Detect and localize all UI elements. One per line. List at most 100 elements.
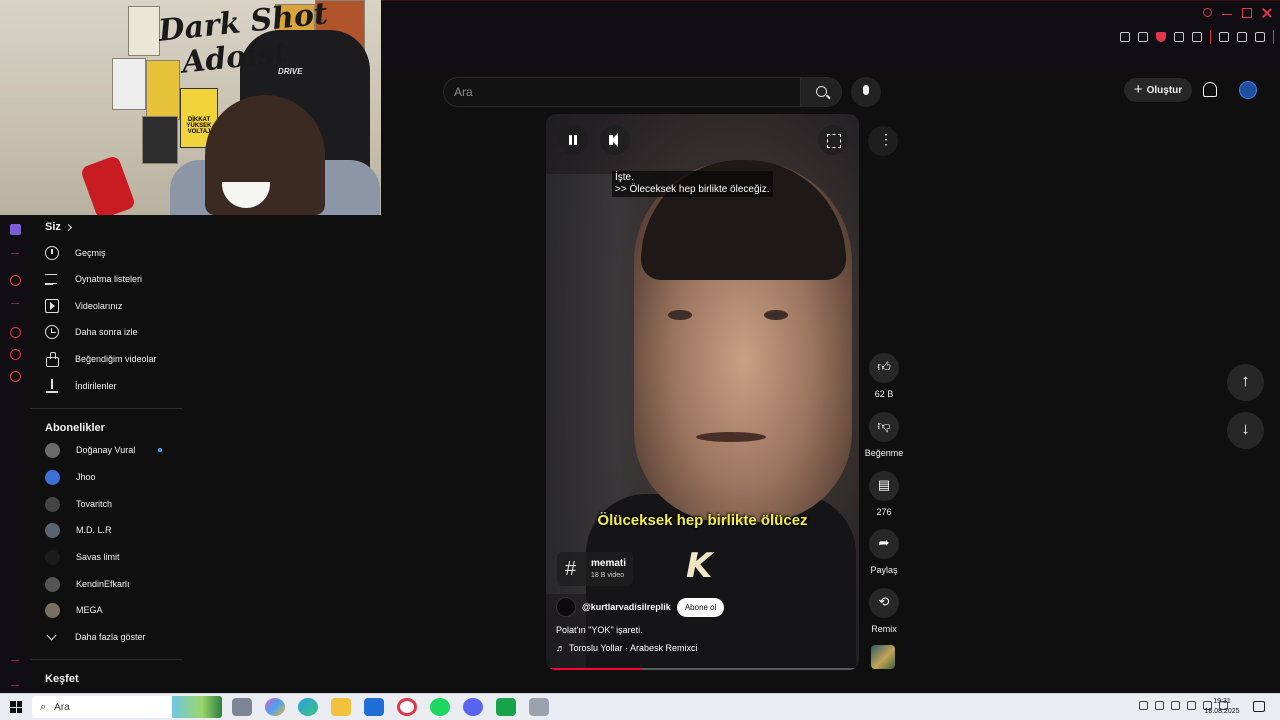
minimize-icon[interactable]: [1222, 8, 1232, 15]
video-subject-eye: [764, 310, 788, 320]
shield-extension-icon[interactable]: [1156, 32, 1166, 42]
taskbar-search[interactable]: ⌕: [32, 696, 222, 718]
tray-app-icon[interactable]: [1171, 701, 1180, 710]
subscription-label: MEGA: [76, 605, 103, 615]
close-icon[interactable]: [1262, 8, 1272, 18]
like-action[interactable]: 👍︎ 62 B: [862, 353, 906, 399]
heart-icon[interactable]: [1192, 32, 1202, 42]
sidebar-item-downloads[interactable]: İndirilenler: [45, 375, 190, 397]
discord-icon[interactable]: [463, 698, 483, 716]
wall-poster: [128, 6, 160, 56]
music-row[interactable]: ♬ Toroslu Yollar · Arabesk Remixci: [556, 643, 698, 653]
channel-name[interactable]: @kurtlarvadisilreplik: [582, 602, 671, 612]
volume-button[interactable]: [600, 125, 630, 155]
share-action[interactable]: ➦ Paylaş: [862, 529, 906, 575]
you-section-header[interactable]: Siz: [45, 221, 72, 233]
tray-app-icon[interactable]: [1139, 701, 1148, 710]
show-more-button[interactable]: Daha fazla göster: [45, 626, 190, 648]
sidebar-item-watch-later[interactable]: Daha sonra izle: [45, 321, 190, 343]
account-avatar[interactable]: [1239, 81, 1257, 99]
sidebar-item-label: Daha sonra izle: [75, 327, 138, 337]
dislike-action[interactable]: 👎︎ Beğenme: [862, 412, 906, 458]
more-options-button[interactable]: [868, 126, 898, 156]
comment-count: 276: [876, 507, 892, 517]
sidebar-item-playlists[interactable]: Oynatma listeleri: [45, 268, 190, 290]
caption-line: İşte.: [615, 172, 634, 183]
maximize-icon[interactable]: [1242, 8, 1252, 18]
spotify-icon[interactable]: [430, 698, 450, 716]
sidebar-item-history[interactable]: Geçmiş: [45, 242, 190, 264]
tab-icon[interactable]: [1138, 32, 1148, 42]
audio-source-thumbnail[interactable]: [871, 645, 895, 669]
subscription-item[interactable]: M.D. L.R: [45, 519, 190, 541]
sidebar-item-label: Oynatma listeleri: [75, 274, 143, 284]
arrow-up-icon: ↑: [1241, 371, 1250, 390]
subscription-item[interactable]: MEGA: [45, 599, 190, 621]
start-button[interactable]: [10, 701, 22, 713]
downloads-icon[interactable]: [1237, 32, 1247, 42]
share-button[interactable]: ➦: [869, 529, 899, 559]
app-icon[interactable]: [496, 698, 516, 716]
pause-button[interactable]: [558, 125, 588, 155]
voice-search-button[interactable]: [851, 77, 881, 107]
subscription-label: Jhoo: [76, 472, 96, 482]
profile-icon[interactable]: [1219, 32, 1229, 42]
app-icon[interactable]: [529, 698, 549, 716]
tray-app-icon[interactable]: [1155, 701, 1164, 710]
short-title[interactable]: Polat'ın "YOK" işareti.: [556, 625, 643, 635]
subscription-item[interactable]: Doğanay Vural: [45, 439, 190, 461]
next-short-button[interactable]: ↓: [1227, 412, 1264, 449]
comments-button[interactable]: ▤: [869, 471, 899, 501]
shorts-player[interactable]: İşte. >> Öleceksek hep birlikte öleceğiz…: [546, 114, 859, 670]
taskbar-apps: [232, 698, 549, 716]
taskbar-search-input[interactable]: [54, 701, 155, 713]
subscription-item[interactable]: KendinEfkarlı: [45, 573, 190, 595]
clock-date: 18.08.2025: [1204, 708, 1240, 715]
like-button[interactable]: 👍︎: [869, 353, 899, 383]
remix-action[interactable]: ⟲ Remix: [862, 588, 906, 634]
twitch-icon[interactable]: [10, 224, 21, 235]
fullscreen-button[interactable]: [818, 125, 848, 155]
settings-icon[interactable]: [10, 371, 21, 382]
store-icon[interactable]: [364, 698, 384, 716]
share-label: Paylaş: [870, 565, 898, 575]
pin-icon[interactable]: [1120, 32, 1130, 42]
comments-action[interactable]: ▤ 276: [862, 471, 906, 517]
notifications-icon[interactable]: [1203, 82, 1217, 97]
subscription-item[interactable]: Tovaritch: [45, 493, 190, 515]
search-button[interactable]: [800, 77, 842, 107]
taskbar-clock[interactable]: 19:31 18.08.2025: [1196, 697, 1248, 717]
progress-bar[interactable]: [550, 668, 855, 670]
history-clock-icon[interactable]: [10, 327, 21, 338]
search-input[interactable]: [444, 78, 800, 106]
play-icon[interactable]: [1174, 32, 1184, 42]
menu-icon[interactable]: [1255, 32, 1265, 42]
task-view-icon[interactable]: [232, 698, 252, 716]
player-icon[interactable]: [10, 275, 21, 286]
chevron-up-icon[interactable]: [1123, 701, 1132, 710]
opera-icon[interactable]: [397, 698, 417, 716]
file-explorer-icon[interactable]: [331, 698, 351, 716]
subscribe-button[interactable]: Abone ol: [676, 597, 725, 617]
sidebar-item-label: Geçmiş: [75, 248, 106, 258]
channel-avatar[interactable]: [556, 597, 576, 617]
wall-poster: [142, 116, 178, 164]
messenger-icon[interactable]: [10, 349, 21, 360]
battery-icon[interactable]: [1187, 701, 1196, 710]
copilot-icon[interactable]: [265, 698, 285, 716]
browser-search-icon[interactable]: [1203, 8, 1212, 17]
sidebar-item-your-videos[interactable]: Videolarınız: [45, 295, 190, 317]
subscription-item[interactable]: Savas limit: [45, 546, 190, 568]
dislike-button[interactable]: 👎︎: [869, 412, 899, 442]
subscription-label: M.D. L.R: [76, 525, 112, 535]
remix-button[interactable]: ⟲: [869, 588, 899, 618]
edge-icon[interactable]: [298, 698, 318, 716]
hashtag-chip[interactable]: # memati 18 B video: [557, 552, 633, 586]
sidebar-item-liked-videos[interactable]: Beğendiğim videolar: [45, 348, 190, 370]
sidebar-divider: [11, 660, 19, 661]
previous-short-button[interactable]: ↑: [1227, 364, 1264, 401]
subscription-label: Tovaritch: [76, 499, 113, 509]
subscription-item[interactable]: Jhoo: [45, 466, 190, 488]
create-button[interactable]: + Oluştur: [1124, 78, 1192, 102]
notification-center-icon[interactable]: [1253, 701, 1265, 712]
